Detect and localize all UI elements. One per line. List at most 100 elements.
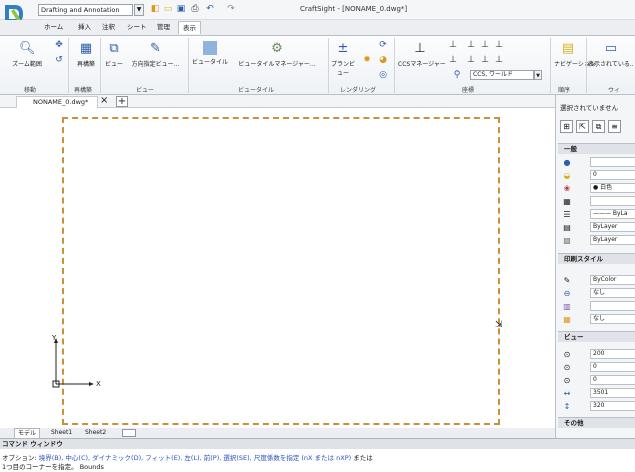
tab-annotate[interactable]: 注釈 <box>98 21 119 34</box>
property-value[interactable]: ● 白色 <box>590 183 635 193</box>
workspace-select[interactable]: Drafting and Annotation <box>38 4 133 16</box>
property-row[interactable]: ▦ <box>558 196 635 207</box>
display-button[interactable]: ▭ 表示されている... <box>588 41 634 68</box>
property-value[interactable]: 3501 <box>590 388 635 398</box>
property-row[interactable]: ▥ <box>558 301 635 312</box>
property-value[interactable]: ByLayer <box>590 222 635 232</box>
property-value[interactable]: ByColor <box>590 275 635 285</box>
property-value[interactable]: 0 <box>590 375 635 385</box>
drawing-canvas[interactable]: Y X ⇲ <box>0 108 555 428</box>
undo-icon[interactable]: ↶ <box>205 4 215 14</box>
center-z-icon: ⊙ <box>563 376 571 385</box>
property-value[interactable]: なし <box>590 314 635 324</box>
select-objects-icon[interactable]: ⇱ <box>576 120 589 133</box>
tab-sheet2[interactable]: Sheet2 <box>82 428 109 438</box>
ucs-3point-icon[interactable]: ⊥ <box>448 55 458 65</box>
property-row[interactable]: ▩ ByLayer <box>558 235 635 246</box>
regen-button[interactable]: ▦ 再構築 <box>72 41 100 68</box>
ucs-face-icon[interactable]: ⊥ <box>494 55 504 65</box>
property-value[interactable]: なし <box>590 288 635 298</box>
new-document-button[interactable]: + <box>116 96 128 107</box>
ucs-x-icon[interactable]: ⊥ <box>466 40 476 50</box>
property-row[interactable]: ⊙ 200 <box>558 349 635 360</box>
command-window[interactable]: オプション: 境界(B), 中心(C), ダイナミック(D), フィット(E),… <box>0 449 635 472</box>
tab-sheet[interactable]: シート <box>123 21 151 34</box>
tab-manage[interactable]: 管理 <box>153 21 174 34</box>
view-tile-manager-button[interactable]: ⚙ ビュータイルマネージャー... <box>234 41 320 68</box>
section-general[interactable]: 一般 <box>558 143 635 154</box>
plot-type-icon: ▦ <box>563 315 571 324</box>
render-icon[interactable]: ◎ <box>378 70 388 80</box>
panel-label-view-tile: ビュータイル <box>238 87 275 94</box>
property-value[interactable] <box>590 196 635 206</box>
property-value[interactable] <box>590 301 635 311</box>
ucs-object-icon[interactable]: ⊥ <box>480 55 490 65</box>
tab-home[interactable]: ホーム <box>40 21 67 34</box>
ucs-y-icon[interactable]: ⊥ <box>480 40 490 50</box>
property-row[interactable]: ● <box>558 157 635 168</box>
property-value[interactable]: 320 <box>590 401 635 411</box>
plot-table-icon: ⊖ <box>563 289 571 298</box>
property-row[interactable]: ⊖ なし <box>558 288 635 299</box>
property-row[interactable]: ◒ 0 <box>558 170 635 181</box>
zoom-extents-button[interactable]: 🔍︎ ズーム範囲 <box>6 41 48 68</box>
toggle-pickadd-icon[interactable]: ⊞ <box>560 120 573 133</box>
material-icon[interactable]: ◕ <box>378 55 388 65</box>
print-icon[interactable]: ⎙ <box>190 4 200 14</box>
property-value[interactable]: 200 <box>590 349 635 359</box>
ccs-world-select[interactable]: CCS, ワールド <box>470 70 534 80</box>
sun-icon[interactable]: ✹ <box>362 55 372 65</box>
chevron-down-icon[interactable]: ▼ <box>534 70 542 80</box>
property-value[interactable]: ByLayer <box>590 235 635 245</box>
property-row[interactable]: ⊙ 0 <box>558 362 635 373</box>
view-direction-button[interactable]: ✎ 方向指定ビュー... <box>128 41 183 68</box>
document-tab[interactable]: NONAME_0.dwg* <box>16 96 98 108</box>
section-misc[interactable]: その他 <box>558 417 635 428</box>
tab-insert[interactable]: 挿入 <box>74 21 95 34</box>
pan-icon[interactable]: ✥ <box>54 40 64 50</box>
property-value[interactable]: 0 <box>590 170 635 180</box>
section-plot-style[interactable]: 印刷スタイル <box>558 253 635 264</box>
property-row[interactable]: ▦ なし <box>558 314 635 325</box>
ucs-z-icon[interactable]: ⊥ <box>494 40 504 50</box>
tab-model[interactable]: モデル <box>14 428 41 438</box>
property-row[interactable]: ↔ 3501 <box>558 388 635 399</box>
window-title: CraftSight - [NONAME_0.dwg*] <box>300 5 408 13</box>
ccs-manager-label: CCSマネージャー <box>398 61 446 68</box>
named-ucs-icon[interactable]: ⚲ <box>452 70 462 80</box>
ccs-manager-button[interactable]: ⊥ CCSマネージャー <box>398 41 446 68</box>
panel-label-regen: 再構築 <box>74 87 93 94</box>
property-row[interactable]: ▤ ByLayer <box>558 222 635 233</box>
close-icon[interactable]: × <box>100 95 108 107</box>
property-row[interactable]: ❀ ● 白色 <box>558 183 635 194</box>
ucs-origin-icon[interactable]: ⊥ <box>448 40 458 50</box>
properties-options-icon[interactable]: ≡ <box>608 120 621 133</box>
property-row[interactable]: ↕ 320 <box>558 401 635 412</box>
property-value[interactable]: ——— ByLa <box>590 209 635 219</box>
redo-icon[interactable]: ↷ <box>226 4 236 14</box>
new-sheet-button[interactable] <box>122 429 136 437</box>
refresh-icon[interactable]: ⟳ <box>378 40 388 50</box>
property-value[interactable] <box>590 157 635 167</box>
property-value[interactable]: 0 <box>590 362 635 372</box>
view-tile-button[interactable]: ビュータイル <box>190 41 230 66</box>
ucs-view-icon[interactable]: ⊥ <box>466 55 476 65</box>
plan-view-button[interactable]: ± プランビュー <box>330 41 356 77</box>
zoom-previous-icon[interactable]: ↺ <box>54 55 64 65</box>
navigation-button[interactable]: ▤ ナビゲーション <box>554 41 596 68</box>
property-row[interactable]: ⊙ 0 <box>558 375 635 386</box>
new-file-icon[interactable]: ◧ <box>150 4 160 14</box>
view-button[interactable]: ⧉ ビュー <box>102 41 126 68</box>
layout-tabs: モデル Sheet1 Sheet2 <box>0 428 555 438</box>
quick-select-icon[interactable]: ⧉ <box>592 120 605 133</box>
property-row[interactable]: ☰ ——— ByLa <box>558 209 635 220</box>
save-icon[interactable]: ▣ <box>176 4 186 14</box>
tab-sheet1[interactable]: Sheet1 <box>48 428 75 438</box>
chevron-down-icon[interactable]: ▼ <box>134 4 144 16</box>
open-folder-icon[interactable]: ▭ <box>163 4 173 14</box>
linetype-icon: ☰ <box>563 210 571 219</box>
tab-view[interactable]: 表示 <box>178 21 201 34</box>
view-tile-manager-icon: ⚙ <box>271 41 283 56</box>
section-view[interactable]: ビュー <box>558 331 635 342</box>
property-row[interactable]: ✎ ByColor <box>558 275 635 286</box>
